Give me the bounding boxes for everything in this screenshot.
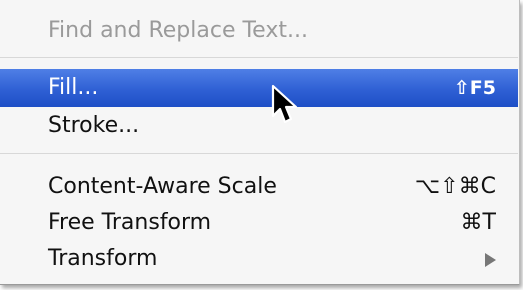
menu-item-label: Content-Aware Scale <box>48 174 277 199</box>
menu-item-shortcut: ⌥⇧⌘C <box>414 174 496 199</box>
menu-item-label: Find and Replace Text... <box>48 18 308 43</box>
menu-item-label: Free Transform <box>48 210 212 235</box>
menu-item-fill[interactable]: Fill... ⇧F5 <box>0 69 518 107</box>
arrow-cursor-icon <box>271 84 298 124</box>
menu-item-stroke[interactable]: Stroke... <box>0 107 518 145</box>
menu-item-label: Transform <box>48 246 158 271</box>
menu-item-shortcut: ⌘T <box>460 210 496 235</box>
menu-item-label: Fill... <box>48 75 99 100</box>
menu-item-transform[interactable]: Transform <box>0 240 518 278</box>
menu-separator <box>0 153 518 154</box>
menu-item-content-aware-scale[interactable]: Content-Aware Scale ⌥⇧⌘C <box>0 168 518 206</box>
menu-item-label: Stroke... <box>48 113 140 138</box>
menu-item-shortcut: ⇧F5 <box>453 77 496 99</box>
menu-item-free-transform[interactable]: Free Transform ⌘T <box>0 204 518 242</box>
menu-item-find-and-replace-text: Find and Replace Text... <box>0 12 518 50</box>
submenu-arrow-icon <box>485 253 496 267</box>
edit-menu: Find and Replace Text... Fill... ⇧F5 Str… <box>0 0 520 285</box>
menu-separator <box>0 57 518 58</box>
